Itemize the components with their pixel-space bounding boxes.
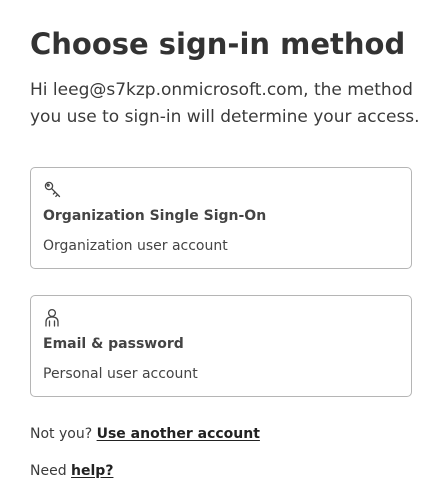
intro-text: Hi leeg@s7kzp.onmicrosoft.com, the metho…: [30, 77, 422, 131]
email-password-method-title: Email & password: [43, 336, 184, 352]
need-label: Need: [30, 463, 67, 479]
use-another-account-link[interactable]: Use another account: [97, 426, 260, 442]
help-link[interactable]: help?: [71, 463, 113, 479]
sso-method-subtitle: Organization user account: [43, 238, 228, 254]
email-password-method-card[interactable]: Email & password Personal user account: [30, 295, 412, 397]
user-email: leeg@s7kzp.onmicrosoft.com: [52, 80, 304, 100]
sso-method-title: Organization Single Sign-On: [43, 208, 267, 224]
sso-method-card[interactable]: Organization Single Sign-On Organization…: [30, 167, 412, 269]
not-you-line: Not you? Use another account: [30, 426, 260, 442]
not-you-label: Not you?: [30, 426, 93, 442]
key-icon: [43, 180, 63, 200]
intro-prefix: Hi: [30, 80, 53, 100]
need-help-line: Need help?: [30, 463, 113, 479]
page-title: Choose sign-in method: [30, 27, 406, 61]
email-password-method-subtitle: Personal user account: [43, 366, 198, 382]
user-icon: [43, 308, 63, 328]
